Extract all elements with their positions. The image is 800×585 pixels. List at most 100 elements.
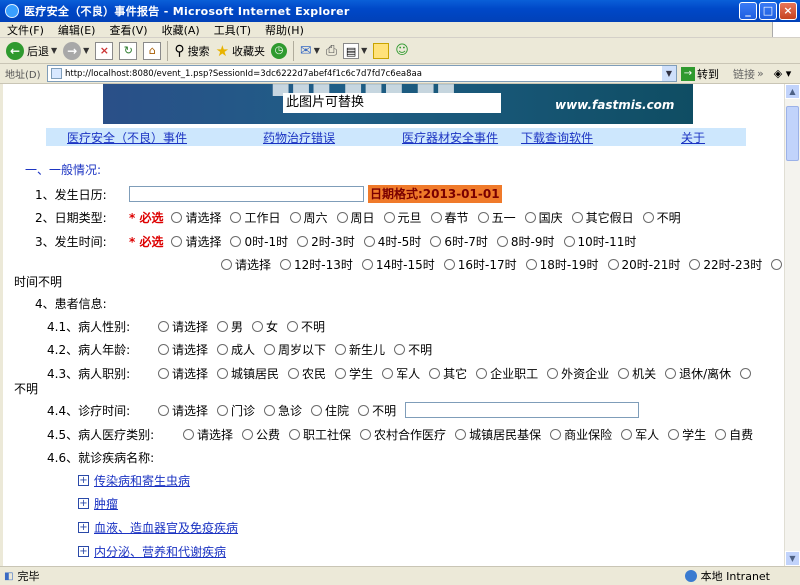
radio-button[interactable] [289,428,301,440]
time-option[interactable]: 22时-23时 [689,256,762,273]
home-button[interactable]: ⌂ [143,41,162,60]
job-option[interactable]: 机关 [618,365,656,382]
tree-item-endocrine[interactable]: + 内分泌、营养和代谢疾病 [78,543,226,560]
radio-button[interactable] [288,367,300,379]
radio-button[interactable] [740,367,752,379]
nav-download[interactable]: 下载查询软件 [521,129,593,146]
time-option[interactable]: 2时-3时 [297,233,355,250]
date-type-option[interactable]: 国庆 [524,209,563,226]
insurance-option[interactable]: 军人 [621,426,659,443]
address-input[interactable]: http://localhost:8080/event_1.psp?Sessio… [47,65,677,82]
radio-button[interactable] [443,258,455,270]
time-option[interactable]: 16时-17时 [443,256,517,273]
menu-file[interactable]: 文件(F) [0,22,51,38]
radio-button[interactable] [360,428,372,440]
radio-button[interactable] [336,211,348,223]
job-unknown-option[interactable] [740,367,754,379]
age-option[interactable]: 请选择 [158,341,208,358]
radio-button[interactable] [394,343,406,355]
toolbar-extension-icon[interactable]: ◈ ▾ [774,67,791,80]
refresh-button[interactable]: ↻ [119,41,138,60]
expand-icon[interactable]: + [78,475,89,486]
radio-button[interactable] [171,211,183,223]
print-button[interactable]: ⎙ [326,43,337,59]
radio-button[interactable] [183,428,194,440]
radio-button[interactable] [252,320,264,332]
sex-option[interactable]: 请选择 [158,318,208,335]
radio-button[interactable] [158,404,169,416]
radio-button[interactable] [158,343,169,355]
radio-button[interactable] [430,235,442,247]
radio-button[interactable] [571,211,583,223]
time-option[interactable]: 请选择 [221,256,271,273]
chevron-down-icon[interactable]: ▼ [662,66,676,81]
visit-time-option[interactable]: 不明 [358,402,396,419]
nav-device-events[interactable]: 医疗器材安全事件 [402,129,498,146]
radio-button[interactable] [430,211,442,223]
radio-button[interactable] [525,258,537,270]
messenger-button[interactable]: ☺ [395,43,409,58]
insurance-option[interactable]: 自费 [715,426,753,443]
time-option[interactable]: 8时-9时 [496,233,555,250]
radio-button[interactable] [621,428,633,440]
nav-adverse-events[interactable]: 医疗安全（不良）事件 [67,129,187,146]
mail-button[interactable]: ✉ ▼ [300,43,320,59]
radio-button[interactable] [689,258,701,270]
radio-button[interactable] [455,428,467,440]
tree-item-tumor[interactable]: + 肿瘤 [78,495,118,512]
visit-time-option[interactable]: 门诊 [217,402,255,419]
menu-tools[interactable]: 工具(T) [207,22,258,38]
date-type-option[interactable]: 请选择 [171,209,221,226]
time-option[interactable]: 14时-15时 [361,256,435,273]
scroll-thumb[interactable] [786,106,799,161]
radio-button[interactable] [158,367,169,379]
job-option[interactable]: 城镇居民 [217,365,279,382]
visit-detail-input[interactable] [405,402,640,418]
radio-button[interactable] [311,404,323,416]
radio-button[interactable] [429,367,441,379]
back-button[interactable]: ← 后退 ▼ [6,41,57,60]
nav-about[interactable]: 关于 [681,129,705,146]
radio-button[interactable] [607,258,619,270]
job-option[interactable]: 外资企业 [547,365,609,382]
radio-button[interactable] [287,320,299,332]
time-option[interactable]: 0时-1时 [230,233,288,250]
job-option[interactable]: 学生 [335,365,373,382]
expand-icon[interactable]: + [78,522,89,533]
edit-button[interactable]: ▤ ▼ [343,42,367,59]
date-input[interactable] [129,186,364,202]
radio-button[interactable] [361,258,373,270]
insurance-option[interactable]: 城镇居民基保 [455,426,541,443]
job-option[interactable]: 企业职工 [476,365,538,382]
radio-button[interactable] [715,428,727,440]
radio-button[interactable] [264,343,276,355]
age-option[interactable]: 不明 [394,341,432,358]
date-type-option[interactable]: 元旦 [383,209,422,226]
expand-icon[interactable]: + [78,546,89,557]
radio-button[interactable] [618,367,630,379]
time-option[interactable]: 18时-19时 [525,256,599,273]
radio-button[interactable] [217,367,229,379]
stop-button[interactable]: × [95,41,114,60]
maximize-button[interactable]: □ [759,2,777,20]
scroll-up-icon[interactable]: ▲ [785,84,800,99]
radio-button[interactable] [171,235,183,247]
age-option[interactable]: 新生儿 [335,341,385,358]
search-button[interactable]: ⚲ 搜索 [174,43,209,59]
discuss-button[interactable] [373,42,390,59]
sex-option[interactable]: 男 [217,318,243,335]
job-option[interactable]: 退休/离休 [665,365,731,382]
menu-help[interactable]: 帮助(H) [258,22,311,38]
radio-button[interactable] [496,235,508,247]
insurance-option[interactable]: 农村合作医疗 [360,426,446,443]
radio-button[interactable] [264,404,276,416]
radio-button[interactable] [297,235,309,247]
nav-drug-errors[interactable]: 药物治疗错误 [263,129,335,146]
links-button[interactable]: 链接 [733,66,755,82]
time-option[interactable]: 10时-11时 [563,233,636,250]
date-type-option[interactable]: 工作日 [230,209,281,226]
radio-button[interactable] [382,367,394,379]
radio-button[interactable] [363,235,375,247]
vertical-scrollbar[interactable]: ▲ ▼ [784,84,800,566]
insurance-option[interactable]: 学生 [668,426,706,443]
